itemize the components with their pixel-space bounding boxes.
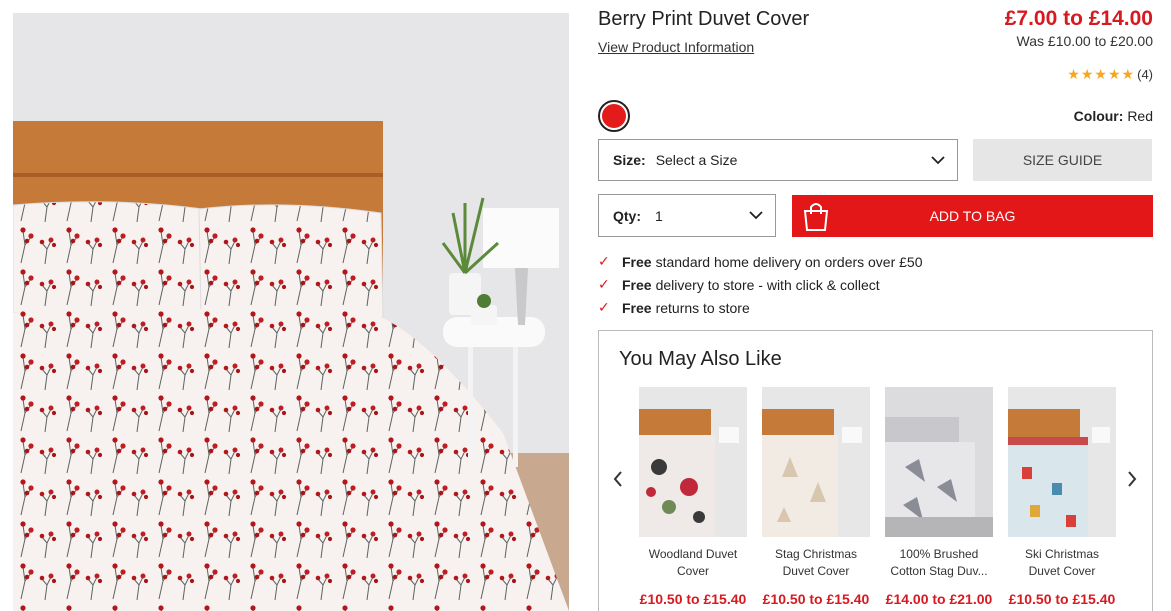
stag-christmas-thumbnail-image: [762, 387, 870, 537]
review-count[interactable]: (4): [1137, 67, 1153, 82]
size-guide-button[interactable]: SIZE GUIDE: [973, 139, 1152, 181]
product-photo-illustration: [13, 13, 569, 611]
qty-value: 1: [655, 207, 663, 224]
colour-swatch-red[interactable]: [598, 100, 630, 132]
product-price: £7.00 to £14.00: [1004, 7, 1153, 30]
colour-label: Colour:: [1073, 108, 1124, 124]
product-rating[interactable]: ★ ★ ★ ★ ★ (4): [1067, 66, 1153, 82]
was-price: Was £10.00 to £20.00: [1016, 33, 1153, 49]
recommendation-price: £10.50 to £15.40: [639, 591, 747, 607]
perk-text: standard home delivery on orders over £5…: [655, 253, 923, 270]
add-to-bag-button[interactable]: ADD TO BAG: [792, 195, 1153, 237]
add-to-bag-label: ADD TO BAG: [929, 208, 1016, 224]
product-title: Berry Print Duvet Cover: [598, 8, 810, 30]
woodland-thumbnail-image: [639, 387, 747, 537]
star-icon: ★: [1080, 66, 1094, 82]
size-select[interactable]: Size: Select a Size: [598, 139, 958, 181]
recommendation-name[interactable]: Ski Christmas Duvet Cover: [1008, 546, 1116, 580]
view-product-info-link[interactable]: View Product Information: [598, 39, 754, 55]
star-icon: ★: [1067, 66, 1080, 82]
perk-text: delivery to store - with click & collect: [655, 276, 880, 293]
colour-selection: Colour: Red: [1074, 108, 1153, 124]
recommendation-item[interactable]: 100% Brushed Cotton Stag Duv... £14.00 t…: [885, 387, 993, 607]
recommendation-price: £10.50 to £15.40: [762, 591, 870, 607]
recommendation-item[interactable]: Woodland Duvet Cover £10.50 to £15.40: [639, 387, 747, 607]
ski-christmas-thumbnail-image: [1008, 387, 1116, 537]
chevron-down-icon: [931, 156, 945, 165]
chevron-down-icon: [749, 211, 763, 220]
recommendation-name[interactable]: Stag Christmas Duvet Cover: [762, 546, 870, 580]
delivery-perks: ✓ Free standard home delivery on orders …: [598, 250, 923, 319]
perk-bold: Free: [622, 253, 652, 270]
brushed-cotton-stag-thumbnail-image: [885, 387, 993, 537]
perk-item: ✓ Free standard home delivery on orders …: [598, 250, 923, 273]
recommendation-price: £14.00 to £21.00: [885, 591, 993, 607]
perk-bold: Free: [622, 299, 652, 316]
quantity-select[interactable]: Qty: 1: [598, 194, 776, 237]
product-thumbnail[interactable]: [1008, 387, 1116, 537]
check-icon: ✓: [598, 276, 610, 292]
size-value: Select a Size: [655, 152, 738, 168]
perk-item: ✓ Free returns to store: [598, 296, 923, 319]
recommendations-title: You May Also Like: [619, 348, 782, 370]
size-label: Size:: [613, 152, 646, 168]
swatch-fill: [602, 104, 626, 128]
perk-text: returns to store: [655, 299, 750, 316]
recommendation-name[interactable]: Woodland Duvet Cover: [639, 546, 747, 580]
recommendation-price: £10.50 to £15.40: [1008, 591, 1116, 607]
recommendation-item[interactable]: Ski Christmas Duvet Cover £10.50 to £15.…: [1008, 387, 1116, 607]
product-thumbnail[interactable]: [885, 387, 993, 537]
star-icon: ★: [1121, 66, 1135, 82]
recommendations-panel: You May Also Like Woodland Duvet Cover £…: [598, 330, 1153, 611]
recommendation-name[interactable]: 100% Brushed Cotton Stag Duv...: [885, 546, 993, 580]
star-icon: ★: [1094, 66, 1107, 82]
product-thumbnail[interactable]: [762, 387, 870, 537]
perk-bold: Free: [622, 276, 652, 293]
perk-item: ✓ Free delivery to store - with click & …: [598, 273, 923, 296]
chevron-left-icon[interactable]: [611, 469, 625, 489]
star-icon: ★: [1107, 66, 1121, 82]
check-icon: ✓: [598, 253, 610, 269]
colour-value: Red: [1127, 108, 1153, 124]
shopping-bag-icon: [803, 203, 829, 231]
product-thumbnail[interactable]: [639, 387, 747, 537]
check-icon: ✓: [598, 299, 610, 315]
product-image[interactable]: [13, 13, 569, 611]
qty-label: Qty:: [613, 207, 641, 224]
chevron-right-icon[interactable]: [1125, 469, 1139, 489]
recommendation-item[interactable]: Stag Christmas Duvet Cover £10.50 to £15…: [762, 387, 870, 607]
